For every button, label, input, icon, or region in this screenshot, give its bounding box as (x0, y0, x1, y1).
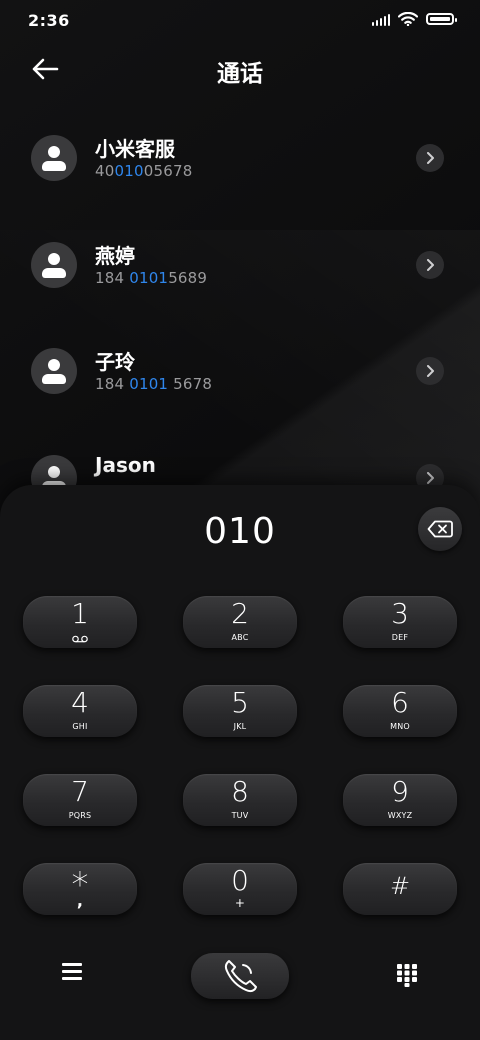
dial-key-hash[interactable]: # (343, 863, 457, 915)
dial-key-5[interactable]: 5 JKL (183, 685, 297, 737)
call-button[interactable] (191, 953, 289, 999)
keypad-icon[interactable] (396, 963, 418, 987)
chevron-right-icon[interactable] (416, 357, 444, 385)
signal-icon (372, 12, 390, 26)
voicemail-icon (72, 635, 88, 643)
backspace-button[interactable] (418, 507, 462, 551)
page-title: 通话 (217, 61, 263, 87)
status-bar: 2:36 (0, 0, 480, 40)
dial-key-1[interactable]: 1 (23, 596, 137, 648)
backspace-icon (427, 520, 453, 538)
dial-key-7[interactable]: 7 PQRS (23, 774, 137, 826)
phone-icon (224, 960, 257, 993)
contact-name: 燕婷 (95, 244, 135, 268)
dial-key-4[interactable]: 4 GHI (23, 685, 137, 737)
contact-item[interactable]: 子玲 184 0101 5678 (0, 348, 480, 428)
dial-key-2[interactable]: 2 ABC (183, 596, 297, 648)
contact-name: 小米客服 (95, 137, 175, 161)
chevron-right-icon[interactable] (416, 144, 444, 172)
avatar-icon (31, 242, 77, 288)
battery-icon (426, 13, 457, 25)
contact-item[interactable]: 小米客服 4001005678 (0, 135, 480, 215)
wifi-icon (398, 12, 418, 26)
avatar-icon (31, 135, 77, 181)
dial-key-9[interactable]: 9 WXYZ (343, 774, 457, 826)
dial-key-0[interactable]: 0 + (183, 863, 297, 915)
status-time: 2:36 (28, 11, 70, 30)
chevron-right-icon[interactable] (416, 251, 444, 279)
contact-name: 子玲 (95, 350, 135, 374)
contact-number: 184 01015689 (95, 269, 208, 287)
menu-button[interactable] (62, 963, 84, 985)
dialed-number: 010 (204, 511, 276, 552)
dial-key-8[interactable]: 8 TUV (183, 774, 297, 826)
contact-number: 4001005678 (95, 162, 193, 180)
dial-key-6[interactable]: 6 MNO (343, 685, 457, 737)
contact-item[interactable]: 燕婷 184 01015689 (0, 242, 480, 322)
dial-key-star[interactable]: * , (23, 863, 137, 915)
status-icons (372, 12, 457, 26)
contact-name: Jason (95, 453, 156, 477)
contact-number: 184 0101 5678 (95, 375, 213, 393)
dial-key-3[interactable]: 3 DEF (343, 596, 457, 648)
dialpad-panel: 010 1 2 ABC 3 DEF 4 GHI 5 JKL 6 MNO 7 PQ… (0, 485, 480, 1040)
avatar-icon (31, 348, 77, 394)
